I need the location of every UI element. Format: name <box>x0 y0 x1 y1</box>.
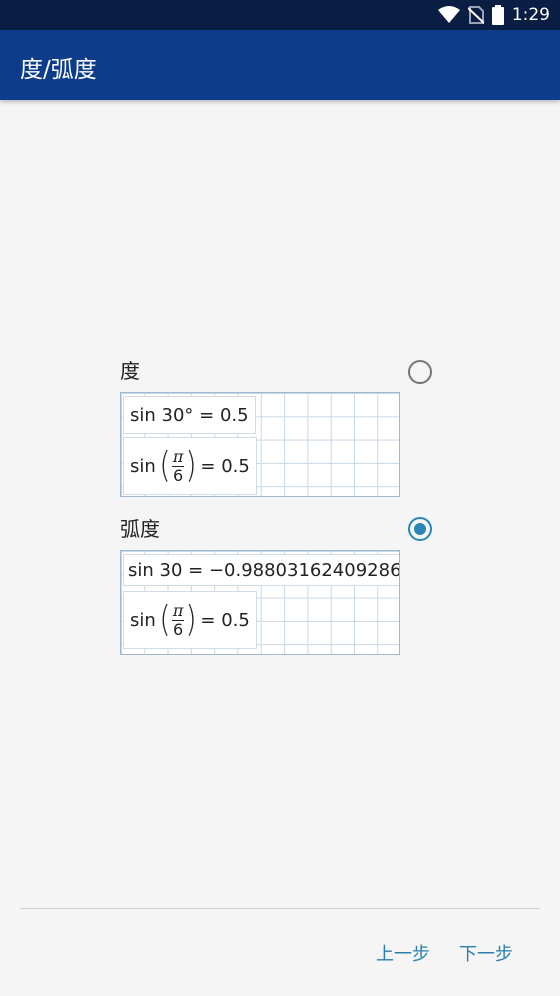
radian-example-box: sin 30 = −0.988031624092862 sin ( π 6 ) … <box>120 550 400 655</box>
radian-example-1-text: sin 30 = −0.988031624092862 <box>128 559 400 581</box>
option-radian-label: 弧度 <box>120 517 160 541</box>
wifi-icon <box>437 6 460 23</box>
degree-radio-button[interactable] <box>408 360 432 384</box>
fraction-numerator: π <box>171 600 185 621</box>
footer-divider <box>20 908 540 909</box>
degree-example-2: sin ( π 6 ) = 0.5 <box>123 437 257 495</box>
radian-radio-button[interactable] <box>408 517 432 541</box>
pi-over-six-fraction: π 6 <box>171 600 185 639</box>
back-button[interactable]: 上一步 <box>376 940 430 966</box>
fraction-denominator: 6 <box>173 619 184 639</box>
battery-icon <box>491 5 504 25</box>
no-sim-icon <box>467 6 484 24</box>
app-bar: 度/弧度 <box>0 30 560 100</box>
degree-example-1-text: sin 30° = 0.5 <box>130 404 249 426</box>
fraction-denominator: 6 <box>173 465 184 485</box>
status-bar: 1:29 <box>0 0 560 30</box>
radian-example-2-result: = 0.5 <box>200 609 250 631</box>
radian-example-2: sin ( π 6 ) = 0.5 <box>123 591 257 649</box>
status-time: 1:29 <box>511 5 550 25</box>
radian-example-1: sin 30 = −0.988031624092862 <box>123 554 400 586</box>
option-degree-label: 度 <box>120 359 140 383</box>
degree-example-2-result: = 0.5 <box>200 455 250 477</box>
pi-over-six-fraction: π 6 <box>171 446 185 485</box>
fraction-numerator: π <box>171 446 185 467</box>
next-button[interactable]: 下一步 <box>459 940 513 966</box>
degree-example-2-prefix: sin <box>130 455 156 477</box>
degree-example-box: sin 30° = 0.5 sin ( π 6 ) = 0.5 <box>120 392 400 497</box>
degree-example-1: sin 30° = 0.5 <box>123 396 256 434</box>
radian-example-2-prefix: sin <box>130 609 156 631</box>
page-title: 度/弧度 <box>20 57 97 83</box>
